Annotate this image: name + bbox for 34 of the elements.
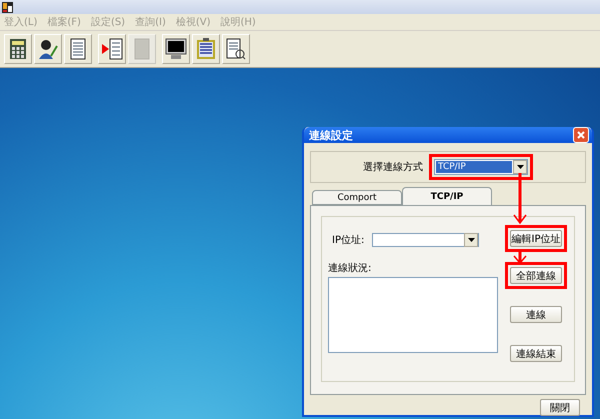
document-icon (69, 38, 87, 60)
app-icon (2, 2, 13, 12)
clipboard-icon (196, 38, 216, 60)
dialog-button[interactable]: 編輯IP位址 (510, 230, 562, 247)
method-label: 選擇連線方式 (363, 160, 423, 174)
caret-icon (468, 238, 475, 242)
tab[interactable]: Comport (312, 190, 402, 205)
toolbar-button[interactable] (4, 34, 32, 64)
toolbar-button[interactable] (192, 34, 220, 64)
toolbar-button[interactable] (162, 34, 190, 64)
toolbar-button[interactable] (34, 34, 62, 64)
toolbar-button[interactable] (222, 34, 250, 64)
close-button[interactable] (573, 127, 589, 143)
person-icon (37, 38, 59, 60)
caret-icon (516, 165, 524, 169)
dialog-button[interactable]: 全部連線 (510, 267, 562, 284)
ip-label: IP位址: (332, 234, 364, 247)
monitor-icon (165, 38, 187, 60)
method-select[interactable]: TCP/IP (434, 159, 528, 175)
calculator-icon (9, 38, 27, 60)
play-document-icon (101, 38, 123, 60)
dialog-button[interactable]: 連線結束 (510, 345, 562, 362)
status-text-area[interactable] (328, 277, 498, 353)
close-dialog-button[interactable]: 關閉 (540, 399, 580, 416)
close-icon (577, 131, 585, 139)
toolbar-button[interactable] (64, 34, 92, 64)
status-label: 連線狀況: (328, 262, 372, 275)
ip-select[interactable] (372, 233, 480, 247)
dialog-button[interactable]: 連線 (510, 306, 562, 323)
search-document-icon (226, 38, 246, 60)
document-icon (133, 38, 151, 60)
tab[interactable]: TCP/IP (402, 187, 492, 205)
dialog-title: 連線設定 (309, 128, 353, 142)
toolbar-button[interactable] (98, 34, 126, 64)
